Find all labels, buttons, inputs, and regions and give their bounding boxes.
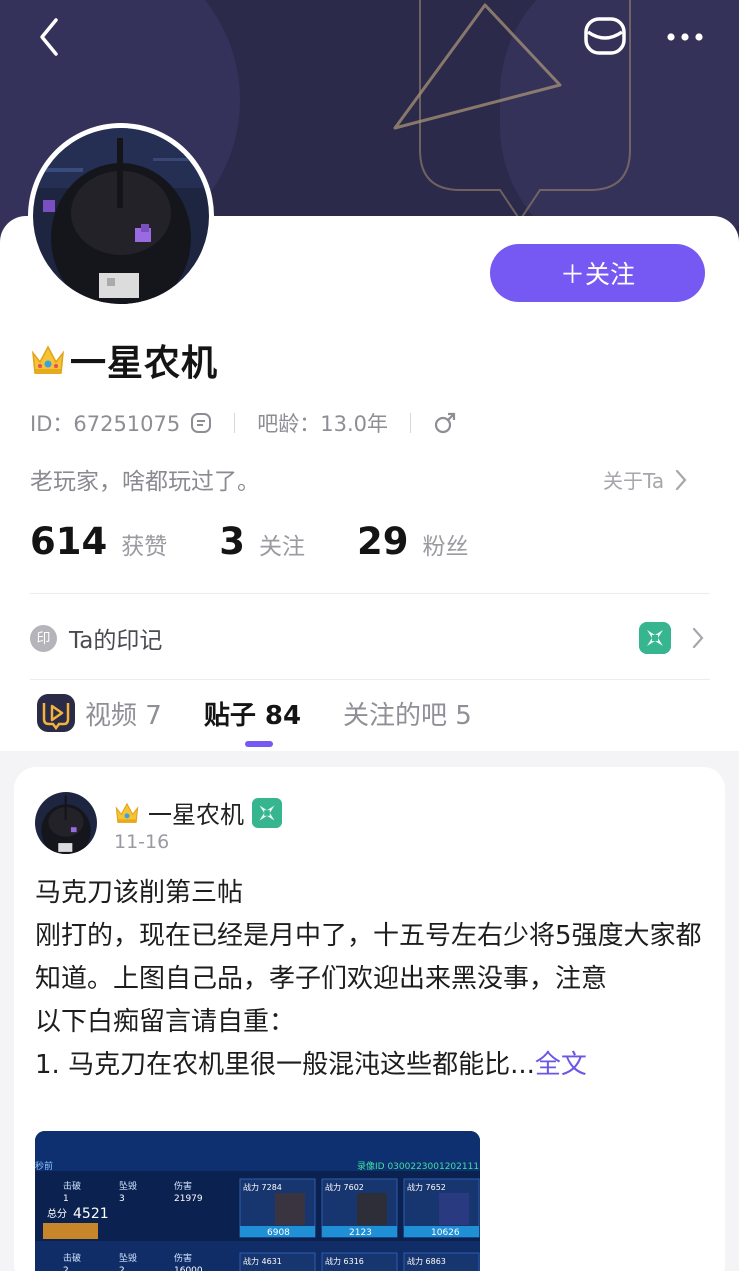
- post-body-line: 刚打的，现在已经是月中了，十五号左右少将5强度大家都知道。上图自己品，孝子们欢迎…: [35, 921, 702, 994]
- male-icon: [434, 412, 456, 434]
- image-unit-score: 2123: [349, 1228, 372, 1238]
- image-record-id: 录像ID 03002230012021111: [357, 1160, 480, 1172]
- post-image[interactable]: 秒前 录像ID 03002230012021111 击破 坠毁 伤害 1 3 2…: [35, 1131, 480, 1271]
- marks-row[interactable]: 印 Ta的印记: [30, 617, 710, 659]
- chevron-right-icon: [692, 627, 704, 649]
- profile-name-row: 一星农机: [30, 334, 218, 386]
- stat-likes[interactable]: 614 获赞: [30, 520, 167, 563]
- stat-fans[interactable]: 29 粉丝: [357, 520, 469, 563]
- profile-meta-row: ID：67251075 吧龄：13.0年: [30, 406, 457, 440]
- mark-badge-icon: [639, 622, 671, 654]
- more-dots-icon: [667, 33, 703, 41]
- about-link[interactable]: 关于Ta: [603, 465, 688, 494]
- message-button[interactable]: [583, 16, 627, 56]
- tab-videos[interactable]: 视频 7: [36, 693, 162, 733]
- profile-name: 一星农机: [70, 343, 219, 384]
- image-cell: 16000: [174, 1266, 203, 1271]
- bar-age-text: 吧龄：13.0年: [257, 412, 389, 436]
- divider: [30, 679, 710, 680]
- image-cell: 2: [119, 1266, 125, 1271]
- back-button[interactable]: [34, 16, 66, 60]
- image-unit-power: 战力 4631: [243, 1256, 282, 1266]
- image-col-header: 击破: [63, 1252, 81, 1264]
- post-author-name[interactable]: 一星农机: [148, 795, 244, 830]
- image-unit-power: 战力 7284: [243, 1182, 282, 1192]
- image-col-header: 伤害: [174, 1252, 192, 1264]
- image-cell: 2: [63, 1266, 69, 1271]
- stat-label: 关注: [258, 534, 305, 560]
- game-screenshot-image: 秒前 录像ID 03002230012021111 击破 坠毁 伤害 1 3 2…: [35, 1131, 480, 1271]
- stat-label: 粉丝: [422, 534, 469, 560]
- tab-label: 关注的吧 5: [343, 700, 472, 731]
- post-title: 马克刀该削第三帖: [35, 878, 244, 908]
- play-bubble-decor-icon: [393, 0, 631, 222]
- avatar-image: [33, 128, 209, 304]
- stat-number: 614: [30, 520, 108, 563]
- profile-bio: 老玩家，啥都玩过了。: [30, 469, 260, 495]
- image-unit-score: 6908: [267, 1228, 290, 1238]
- image-time-label: 秒前: [35, 1160, 53, 1172]
- chevron-right-icon: [676, 469, 687, 490]
- about-label: 关于Ta: [603, 469, 665, 493]
- mail-icon: [584, 17, 626, 55]
- post-date: 11-16: [114, 831, 170, 853]
- post-author-row: 一星农机: [114, 795, 282, 830]
- post-author-avatar[interactable]: [35, 792, 97, 854]
- post-content: 马克刀该削第三帖 刚打的，现在已经是月中了，十五号左右少将5强度大家都知道。上图…: [35, 872, 705, 1087]
- image-cell: 3: [119, 1194, 125, 1204]
- divider: [30, 593, 710, 594]
- profile-avatar[interactable]: [28, 123, 214, 309]
- image-cell: 1: [63, 1194, 69, 1204]
- read-full-link[interactable]: 全文: [535, 1050, 587, 1080]
- image-col-header: 坠毁: [119, 1253, 137, 1264]
- avatar-image: [35, 792, 97, 854]
- marks-label: Ta的印记: [69, 628, 163, 654]
- post-body-line: 1. 马克刀在农机里很一般混沌这些都能比...: [35, 1050, 535, 1080]
- image-unit-power: 战力 7602: [325, 1182, 364, 1192]
- post-body-line: 以下白痴留言请自重：: [35, 1007, 296, 1037]
- follow-button[interactable]: ＋关注: [490, 244, 705, 302]
- tab-label: 视频 7: [85, 700, 162, 731]
- image-unit-power: 战力 6863: [407, 1256, 446, 1266]
- meta-separator: [234, 413, 236, 433]
- image-col-header: 伤害: [174, 1180, 192, 1192]
- tab-label: 贴子 84: [203, 700, 302, 731]
- image-cell: 21979: [174, 1194, 203, 1204]
- profile-stats: 614 获赞 3 关注 29 粉丝: [30, 520, 520, 570]
- meta-separator: [410, 413, 412, 433]
- image-unit-score: 10626: [431, 1228, 460, 1238]
- stat-number: 29: [356, 520, 409, 563]
- stat-number: 3: [219, 520, 245, 563]
- stat-following[interactable]: 3 关注: [219, 520, 305, 563]
- image-unit-power: 战力 7652: [407, 1182, 446, 1192]
- mark-seal-icon: 印: [30, 624, 57, 652]
- chevron-left-icon: [40, 18, 58, 56]
- image-col-header: 坠毁: [119, 1181, 137, 1192]
- tab-posts[interactable]: 贴子 84: [204, 695, 301, 732]
- stat-label: 获赞: [121, 534, 168, 560]
- more-button[interactable]: [664, 22, 706, 52]
- user-id-text: ID：67251075: [30, 412, 181, 436]
- video-tab-icon: [37, 694, 75, 732]
- image-unit-power: 战力 6316: [325, 1256, 364, 1266]
- mark-badge-icon: [252, 797, 282, 828]
- crown-icon: [31, 345, 65, 374]
- active-tab-indicator: [245, 741, 273, 747]
- image-total-label: 总分: [47, 1207, 67, 1220]
- crown-icon: [115, 802, 139, 823]
- tab-followed-bars[interactable]: 关注的吧 5: [343, 695, 472, 732]
- profile-tabs: 视频 7 贴子 84 关注的吧 5: [36, 688, 514, 738]
- copy-icon[interactable]: [190, 412, 212, 434]
- image-total-value: 4521: [73, 1206, 109, 1222]
- post-card[interactable]: 一星农机 11-16 马克刀该削第三帖 刚打的，现在已经是月中了，十五号左右少将…: [14, 767, 725, 1271]
- image-col-header: 击破: [63, 1180, 81, 1192]
